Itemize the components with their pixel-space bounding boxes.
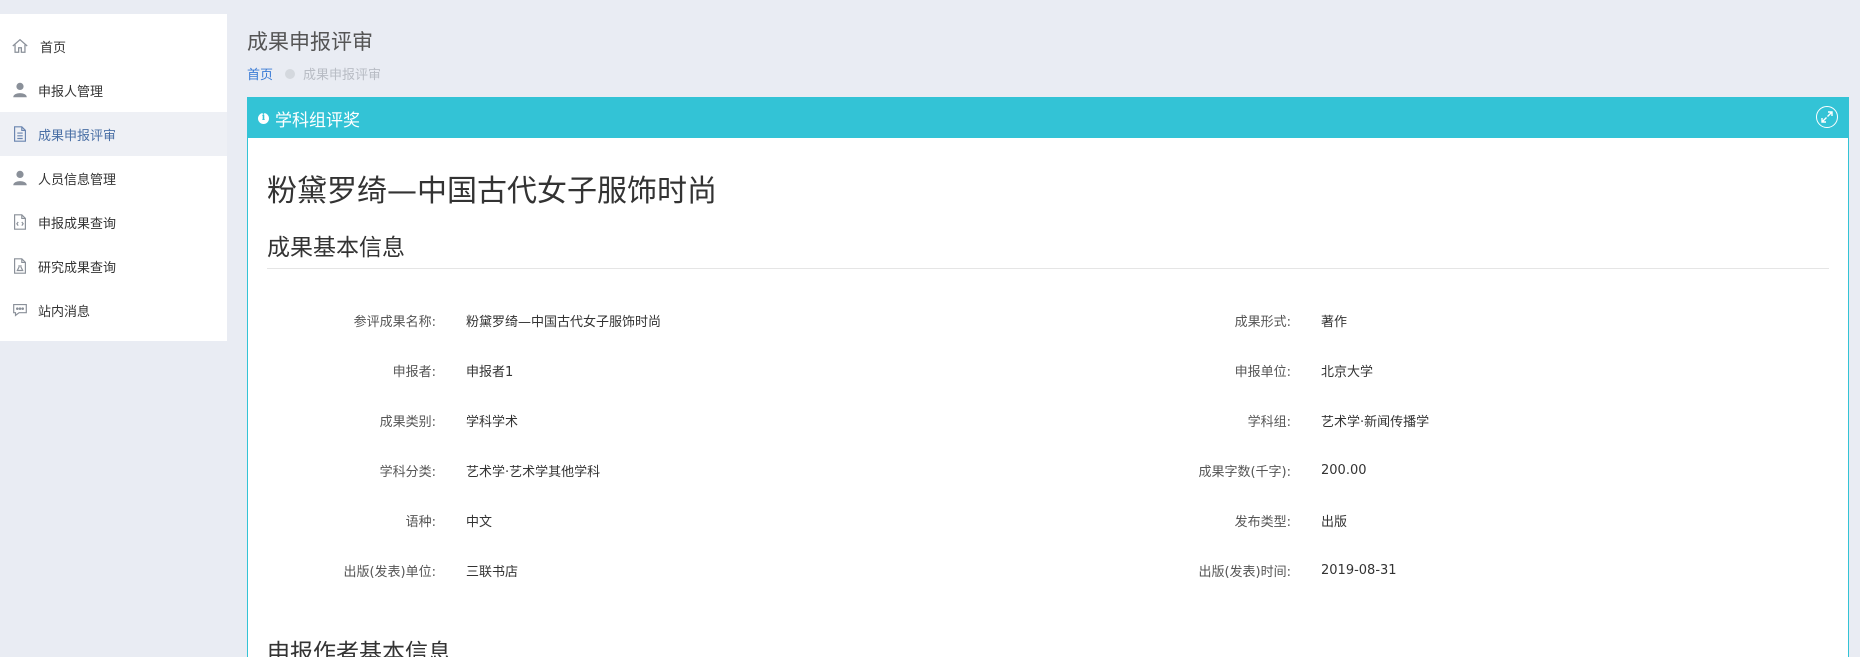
field-label: 成果形式: bbox=[1234, 314, 1291, 330]
sidebar-item-label: 申报成果查询 bbox=[38, 216, 117, 232]
field-label: 参评成果名称: bbox=[353, 314, 436, 330]
section-title-basic-info: 成果基本信息 bbox=[267, 228, 1829, 269]
field-value: 出版 bbox=[1321, 514, 1348, 530]
info-row: 学科分类: 艺术学·艺术学其他学科 成果字数(千字): 200.00 bbox=[267, 445, 1829, 495]
sidebar-item-label: 研究成果查询 bbox=[38, 260, 117, 276]
code-file-icon bbox=[10, 212, 30, 232]
panel-body: 粉黛罗绮—中国古代女子服饰时尚 成果基本信息 参评成果名称: 粉黛罗绮—中国古代… bbox=[248, 174, 1848, 657]
field-value: 中文 bbox=[466, 514, 493, 530]
sidebar-item-messages[interactable]: 站内消息 bbox=[0, 288, 227, 332]
user-icon bbox=[10, 80, 30, 100]
sidebar: 首页 申报人管理 成果申报评审 人员信息管理 申报成果查询 研究成果查询 站内消… bbox=[0, 14, 227, 341]
panel-header: i 学科组评奖 bbox=[248, 98, 1848, 138]
breadcrumb-separator bbox=[285, 68, 296, 79]
info-row: 参评成果名称: 粉黛罗绮—中国古代女子服饰时尚 成果形式: 著作 bbox=[267, 295, 1829, 345]
info-row: 出版(发表)单位: 三联书店 出版(发表)时间: 2019-08-31 bbox=[267, 545, 1829, 595]
field-label: 申报单位: bbox=[1234, 364, 1291, 380]
field-label: 成果字数(千字): bbox=[1198, 464, 1291, 480]
field-label: 学科分类: bbox=[379, 464, 436, 480]
field-value: 学科学术 bbox=[466, 414, 519, 430]
flask-file-icon bbox=[10, 256, 30, 276]
award-panel: i 学科组评奖 粉黛罗绮—中国古代女子服饰时尚 成果基本信息 参评成果名称: 粉… bbox=[247, 97, 1849, 657]
expand-icon bbox=[1821, 111, 1833, 123]
sidebar-item-label: 人员信息管理 bbox=[38, 172, 117, 188]
sidebar-item-label: 站内消息 bbox=[38, 304, 91, 320]
breadcrumb: 首页 成果申报评审 bbox=[247, 64, 381, 83]
sidebar-item-personnel-management[interactable]: 人员信息管理 bbox=[0, 156, 227, 200]
field-label: 语种: bbox=[405, 514, 436, 530]
field-value: 申报者1 bbox=[466, 364, 514, 380]
chat-icon bbox=[10, 300, 30, 320]
breadcrumb-home-link[interactable]: 首页 bbox=[247, 64, 273, 83]
sidebar-item-applicant-management[interactable]: 申报人管理 bbox=[0, 68, 227, 112]
sidebar-item-submission-query[interactable]: 申报成果查询 bbox=[0, 200, 227, 244]
field-value: 艺术学·艺术学其他学科 bbox=[466, 464, 601, 480]
work-title: 粉黛罗绮—中国古代女子服饰时尚 bbox=[267, 174, 717, 209]
field-label: 发布类型: bbox=[1234, 514, 1291, 530]
field-value: 艺术学·新闻传播学 bbox=[1321, 414, 1430, 430]
sidebar-item-achievement-review[interactable]: 成果申报评审 bbox=[0, 112, 227, 156]
breadcrumb-current: 成果申报评审 bbox=[303, 68, 382, 83]
panel-title: 学科组评奖 bbox=[275, 110, 360, 131]
field-label: 学科组: bbox=[1247, 414, 1291, 430]
sidebar-item-research-query[interactable]: 研究成果查询 bbox=[0, 244, 227, 288]
document-icon bbox=[10, 124, 30, 144]
field-value: 2019-08-31 bbox=[1321, 562, 1397, 578]
expand-button[interactable] bbox=[1816, 106, 1838, 128]
field-value: 粉黛罗绮—中国古代女子服饰时尚 bbox=[466, 314, 662, 330]
page-title: 成果申报评审 bbox=[247, 30, 373, 54]
field-label: 申报者: bbox=[392, 364, 436, 380]
field-value: 三联书店 bbox=[466, 564, 519, 580]
field-label: 出版(发表)时间: bbox=[1198, 564, 1291, 580]
section-title-author-info: 申报作者基本信息 bbox=[267, 640, 451, 657]
field-value: 北京大学 bbox=[1321, 364, 1374, 380]
field-label: 成果类别: bbox=[379, 414, 436, 430]
info-row: 成果类别: 学科学术 学科组: 艺术学·新闻传播学 bbox=[267, 395, 1829, 445]
field-value: 著作 bbox=[1321, 314, 1348, 330]
sidebar-item-label: 申报人管理 bbox=[38, 84, 104, 100]
info-grid: 参评成果名称: 粉黛罗绮—中国古代女子服饰时尚 成果形式: 著作 申报者: 申报… bbox=[267, 295, 1829, 595]
info-icon: i bbox=[258, 112, 269, 124]
sidebar-item-label: 首页 bbox=[40, 40, 67, 56]
sidebar-item-label: 成果申报评审 bbox=[38, 128, 117, 144]
info-row: 语种: 中文 发布类型: 出版 bbox=[267, 495, 1829, 545]
home-icon bbox=[10, 36, 30, 56]
info-row: 申报者: 申报者1 申报单位: 北京大学 bbox=[267, 345, 1829, 395]
user-icon bbox=[10, 168, 30, 188]
field-label: 出版(发表)单位: bbox=[343, 564, 436, 580]
sidebar-item-home[interactable]: 首页 bbox=[0, 24, 227, 68]
field-value: 200.00 bbox=[1321, 462, 1367, 478]
